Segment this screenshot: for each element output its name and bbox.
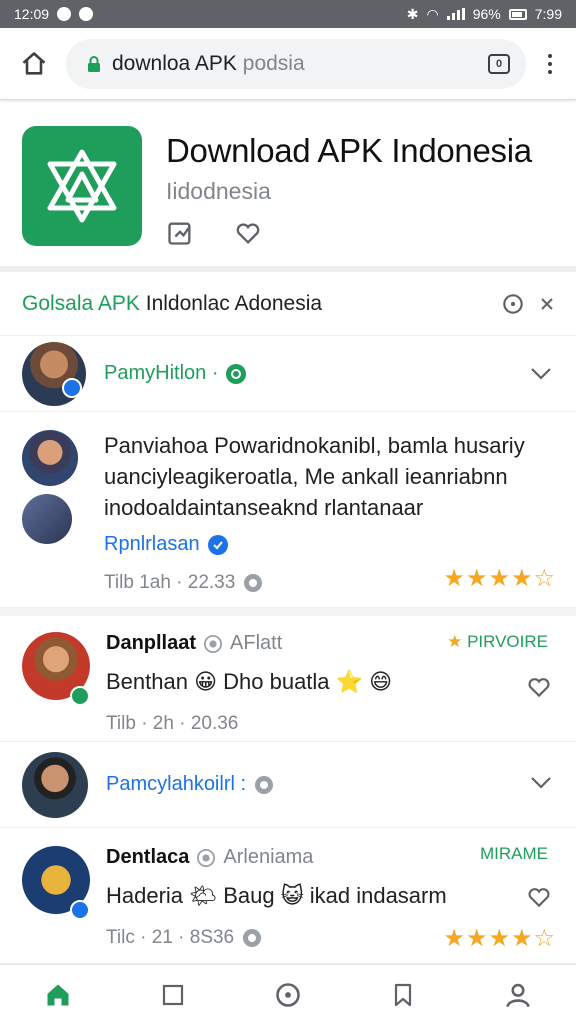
post-link[interactable]: Rpnlrlasan bbox=[104, 533, 200, 556]
overflow-menu-button[interactable] bbox=[540, 53, 560, 74]
post-card[interactable]: Panviahoa Powaridnokanibl, bamla husariy… bbox=[0, 412, 576, 608]
post-time: Tilb · 2h · 20.36 bbox=[106, 713, 239, 734]
battery-percent: 96% bbox=[472, 6, 501, 22]
section-title: Golsala APK Inldonlac Adonesia bbox=[22, 291, 323, 315]
user-name[interactable]: PamyHitlon · bbox=[104, 362, 218, 385]
app-title: Download APK Indonesia bbox=[166, 132, 532, 169]
status-right-clock: 7:99 bbox=[534, 6, 562, 22]
heart-icon[interactable] bbox=[234, 219, 262, 247]
list-item[interactable]: Pamcylahkoilrl : bbox=[0, 742, 576, 828]
post-card[interactable]: Danpllaat AFlatt Benthan 😀 Dho buatla ⭐ … bbox=[0, 608, 576, 742]
home-icon bbox=[47, 984, 69, 1005]
browser-toolbar: downloa APK podsia 0 bbox=[0, 28, 576, 100]
square-icon bbox=[162, 984, 183, 1005]
settings-icon[interactable] bbox=[500, 291, 526, 317]
nav-home[interactable] bbox=[38, 975, 78, 1015]
avatar bbox=[22, 430, 78, 486]
app-logo bbox=[22, 126, 142, 246]
nav-discover[interactable] bbox=[268, 975, 308, 1015]
post-text: Benthan 😀 Dho buatla ⭐ 😄 bbox=[106, 669, 393, 694]
globe-icon bbox=[243, 929, 262, 947]
user-handle: Arleniama bbox=[223, 846, 314, 868]
wifi-icon: ◠ bbox=[426, 5, 439, 22]
user-handle: AFlatt bbox=[230, 632, 283, 654]
bottom-navigation bbox=[0, 964, 576, 1024]
post-text: Haderia 🌤 Baug 😺 ikad indasarm bbox=[106, 883, 447, 908]
user-name[interactable]: Danpllaat bbox=[106, 632, 196, 655]
nav-bookmarks[interactable] bbox=[383, 975, 423, 1015]
close-icon[interactable] bbox=[540, 297, 554, 311]
status-bar: 12:09 ✱ ◠ 96% 7:99 bbox=[0, 0, 576, 28]
person-icon bbox=[506, 983, 531, 1007]
apk-logo-icon bbox=[47, 149, 117, 223]
chevron-down-icon[interactable] bbox=[530, 776, 552, 790]
verified-icon bbox=[207, 534, 228, 555]
nav-profile[interactable] bbox=[498, 975, 538, 1015]
user-name[interactable]: Dentlaca bbox=[106, 846, 189, 869]
post-tag: MIRAME bbox=[480, 844, 548, 863]
avatar-secondary bbox=[22, 494, 72, 544]
app-subtitle: Iidodnesia bbox=[166, 178, 271, 204]
battery-icon bbox=[508, 8, 527, 20]
heart-icon[interactable] bbox=[526, 884, 552, 910]
status-icon bbox=[226, 363, 247, 384]
post-card[interactable]: Dentlaca Arleniama Haderia 🌤 Baug 😺 ikad… bbox=[0, 828, 576, 964]
globe-icon bbox=[244, 574, 263, 592]
globe-icon bbox=[255, 775, 274, 794]
app-header: Download APK Indonesia Iidodnesia bbox=[0, 100, 576, 272]
url-text: downloa APK podsia bbox=[112, 51, 305, 75]
chevron-down-icon[interactable] bbox=[530, 367, 552, 381]
address-bar[interactable]: downloa APK podsia 0 bbox=[66, 38, 526, 89]
home-button[interactable] bbox=[16, 46, 52, 82]
list-item[interactable]: PamyHitlon · bbox=[0, 336, 576, 412]
home-icon bbox=[22, 51, 46, 75]
avatar bbox=[22, 751, 88, 818]
notification-icon-2 bbox=[79, 7, 94, 21]
signal-icon bbox=[446, 8, 465, 20]
share-icon[interactable] bbox=[166, 219, 194, 247]
rating-stars: ★★★★☆ bbox=[443, 565, 556, 592]
lock-icon bbox=[88, 55, 100, 72]
user-name[interactable]: Pamcylahkoilrl : bbox=[106, 773, 246, 796]
rating-stars: ★★★★☆ bbox=[443, 925, 556, 952]
post-tag: ★ PIRVOIRE bbox=[447, 632, 548, 651]
verified-icon bbox=[204, 634, 223, 653]
compass-icon bbox=[276, 982, 300, 1007]
section-header: Golsala APK Inldonlac Adonesia bbox=[0, 272, 576, 336]
status-time: 12:09 bbox=[14, 6, 50, 22]
post-time: Tilb 1ah · 22.33 bbox=[104, 572, 236, 593]
bookmark-icon bbox=[395, 983, 412, 1006]
online-badge-icon bbox=[70, 686, 90, 706]
post-time: Tilc · 21 · 8S36 bbox=[106, 927, 235, 948]
post-text: Panviahoa Powaridnokanibl, bamla husariy… bbox=[104, 433, 525, 520]
verified-icon bbox=[197, 848, 216, 867]
heart-icon[interactable] bbox=[526, 674, 552, 700]
tab-switcher-button[interactable]: 0 bbox=[488, 53, 510, 74]
notification-icon bbox=[57, 7, 72, 21]
verified-badge-icon bbox=[70, 900, 90, 920]
nav-apps[interactable] bbox=[153, 975, 193, 1015]
bluetooth-icon: ✱ bbox=[406, 5, 419, 22]
verified-badge-icon bbox=[62, 378, 82, 398]
